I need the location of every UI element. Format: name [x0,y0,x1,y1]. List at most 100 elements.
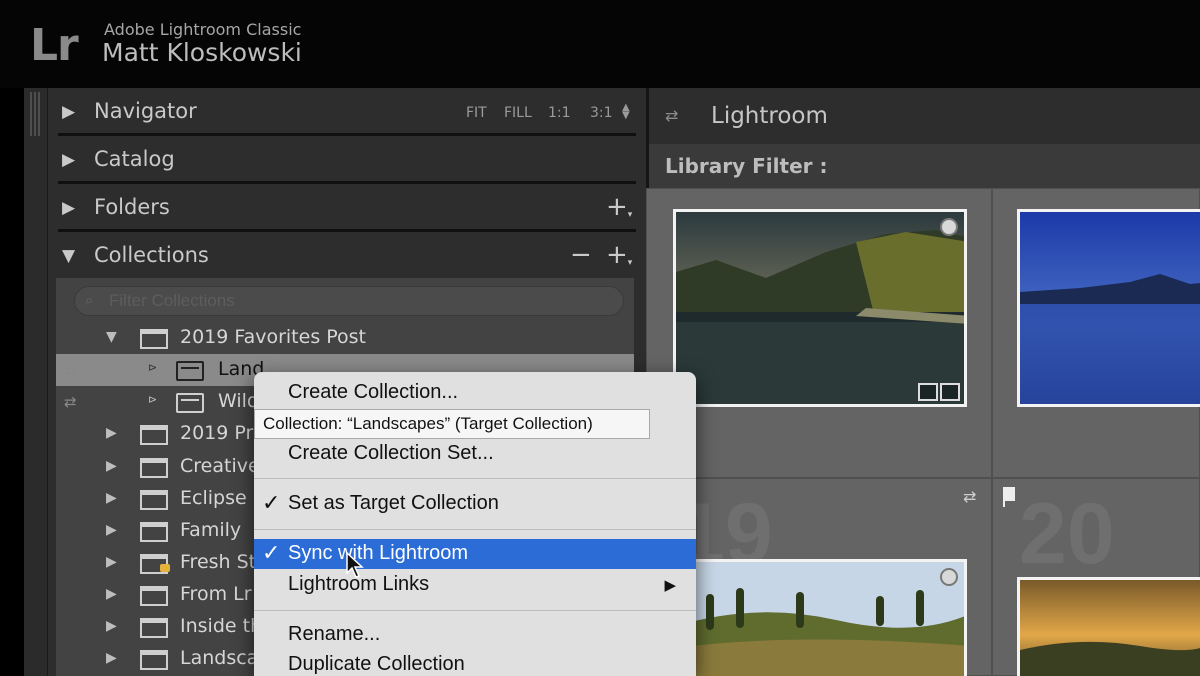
rating-circle-icon[interactable] [940,568,958,586]
dropdown-arrow-icon: ▾ [627,258,633,268]
grid-cell[interactable]: 20 [992,478,1200,676]
navigator-header[interactable]: ▶ Navigator FIT FILL 1:1 3:1 ▲ ▼ [48,90,646,136]
expand-triangle-icon[interactable]: ▶ [62,150,75,170]
plus-icon: + [606,192,628,222]
folders-header[interactable]: ▶ Folders +▾ [48,186,646,232]
folders-title: Folders [94,195,170,219]
menu-duplicate-collection[interactable]: Duplicate Collection [254,650,696,676]
collection-set-label: Family [180,519,242,541]
smart-triangle-icon: ⊳ [148,393,158,406]
collection-tooltip: Collection: “Landscapes” (Target Collect… [254,409,650,439]
zoom-fit-button[interactable]: FIT [466,105,487,121]
add-folder-button[interactable]: +▾ [606,192,632,222]
collection-set-icon [140,618,168,638]
cell-index-number: 20 [1019,486,1115,582]
collection-icon [176,361,204,381]
photo-thumbnail[interactable] [673,209,967,407]
menu-item-label: Set as Target Collection [288,492,499,514]
expand-triangle-icon[interactable]: ▶ [106,458,117,474]
develop-badge-icon[interactable] [940,383,960,401]
collection-set-icon [140,650,168,670]
expand-triangle-icon[interactable]: ▶ [106,618,117,634]
menu-item-label: Create Collection... [288,381,459,403]
collection-set-icon [140,490,168,510]
checkmark-icon: ✓ [262,490,281,515]
expand-triangle-icon[interactable]: ▶ [106,490,117,506]
collection-set-label: From Lr [180,583,252,605]
navigator-title: Navigator [94,99,197,123]
collection-set-row[interactable]: ▼ 2019 Favorites Post [56,322,634,354]
menu-item-label: Duplicate Collection [288,653,465,675]
menu-set-target-collection[interactable]: ✓ Set as Target Collection [254,489,696,519]
collection-set-label: Eclipse [180,487,247,509]
filter-collections-field[interactable]: ⌕ [74,286,624,316]
tooltip-text: Collection: “Landscapes” (Target Collect… [263,414,593,433]
user-name: Matt Kloskowski [102,38,302,67]
photo-thumbnail[interactable] [673,559,967,676]
identity-plate: Lr Adobe Lightroom Classic Matt Kloskows… [0,0,1200,88]
collection-set-label: Landsca [180,647,259,669]
submenu-arrow-icon: ▶ [664,577,676,594]
filter-collections-input[interactable] [109,290,589,312]
collection-set-icon [140,522,168,542]
divider [58,229,636,232]
collections-header[interactable]: ▼ Collections − +▾ [48,234,646,280]
dropdown-arrow-icon: ▾ [627,210,633,220]
expand-triangle-icon[interactable]: ▶ [106,554,117,570]
expand-triangle-icon[interactable]: ▶ [106,425,117,441]
zoom-fill-button[interactable]: FILL [504,105,532,121]
pick-flag-icon[interactable] [1003,487,1015,507]
collections-title: Collections [94,243,209,267]
expand-triangle-icon[interactable]: ▶ [62,102,75,122]
collapse-triangle-icon[interactable]: ▼ [106,329,117,345]
grip-icon [30,92,40,136]
expand-triangle-icon[interactable]: ▶ [106,522,117,538]
menu-sync-with-lightroom[interactable]: ✓ Sync with Lightroom [254,539,696,569]
expand-triangle-icon[interactable]: ▶ [62,198,75,218]
mouse-pointer-icon [346,552,364,578]
collection-header-bar: ⇄ Lightroom [646,88,1200,144]
blue-lake-photo [1020,212,1200,404]
grid-cell[interactable] [646,188,992,478]
expand-triangle-icon[interactable]: ▶ [106,650,117,666]
sync-arrows-icon: ⇄ [64,393,77,411]
add-collection-button[interactable]: +▾ [606,240,632,270]
left-panel-toggle[interactable] [24,88,48,676]
catalog-title: Catalog [94,147,175,171]
divider [58,181,636,184]
grid-cell[interactable] [992,188,1200,478]
menu-create-collection[interactable]: Create Collection... [254,378,696,408]
grid-cell[interactable]: 19 ⇄ [646,478,992,676]
rating-circle-icon[interactable] [940,218,958,236]
collection-set-icon [140,458,168,478]
zoom-3-1-button[interactable]: 3:1 [590,105,613,121]
collection-label: Wild [218,390,259,412]
menu-item-label: Create Collection Set... [288,442,494,464]
lightroom-logo: Lr [30,20,79,71]
menu-create-collection-set[interactable]: Create Collection Set... [254,439,696,469]
divider [58,133,636,136]
menu-lightroom-links[interactable]: Lightroom Links ▶ [254,570,696,600]
remove-collection-button[interactable]: − [570,240,592,270]
collection-set-icon [140,586,168,606]
sync-arrows-icon: ⇄ [665,106,679,125]
menu-item-label: Rename... [288,623,381,645]
menu-separator [254,610,696,611]
collection-set-icon [140,425,168,445]
crop-badge-icon[interactable] [918,383,938,401]
zoom-stepper-icon[interactable]: ▲ ▼ [622,103,630,121]
smart-triangle-icon: ⊳ [148,361,158,374]
zoom-1-1-button[interactable]: 1:1 [548,105,571,121]
photo-thumbnail[interactable] [1017,577,1200,676]
library-filter-label: Library Filter : [665,154,828,178]
plus-icon: + [606,240,628,270]
library-grid-area: ⇄ Lightroom Library Filter : 19 ⇄ 20 [646,88,1200,676]
library-filter-bar[interactable]: Library Filter : [646,144,1200,188]
thumbnail-badges [918,383,960,401]
photo-thumbnail[interactable] [1017,209,1200,407]
catalog-header[interactable]: ▶ Catalog [48,138,646,184]
expand-triangle-icon[interactable]: ▶ [106,586,117,602]
collapse-triangle-icon[interactable]: ▼ [62,246,75,266]
menu-rename[interactable]: Rename... [254,620,696,650]
tuscany-photo [676,562,964,676]
